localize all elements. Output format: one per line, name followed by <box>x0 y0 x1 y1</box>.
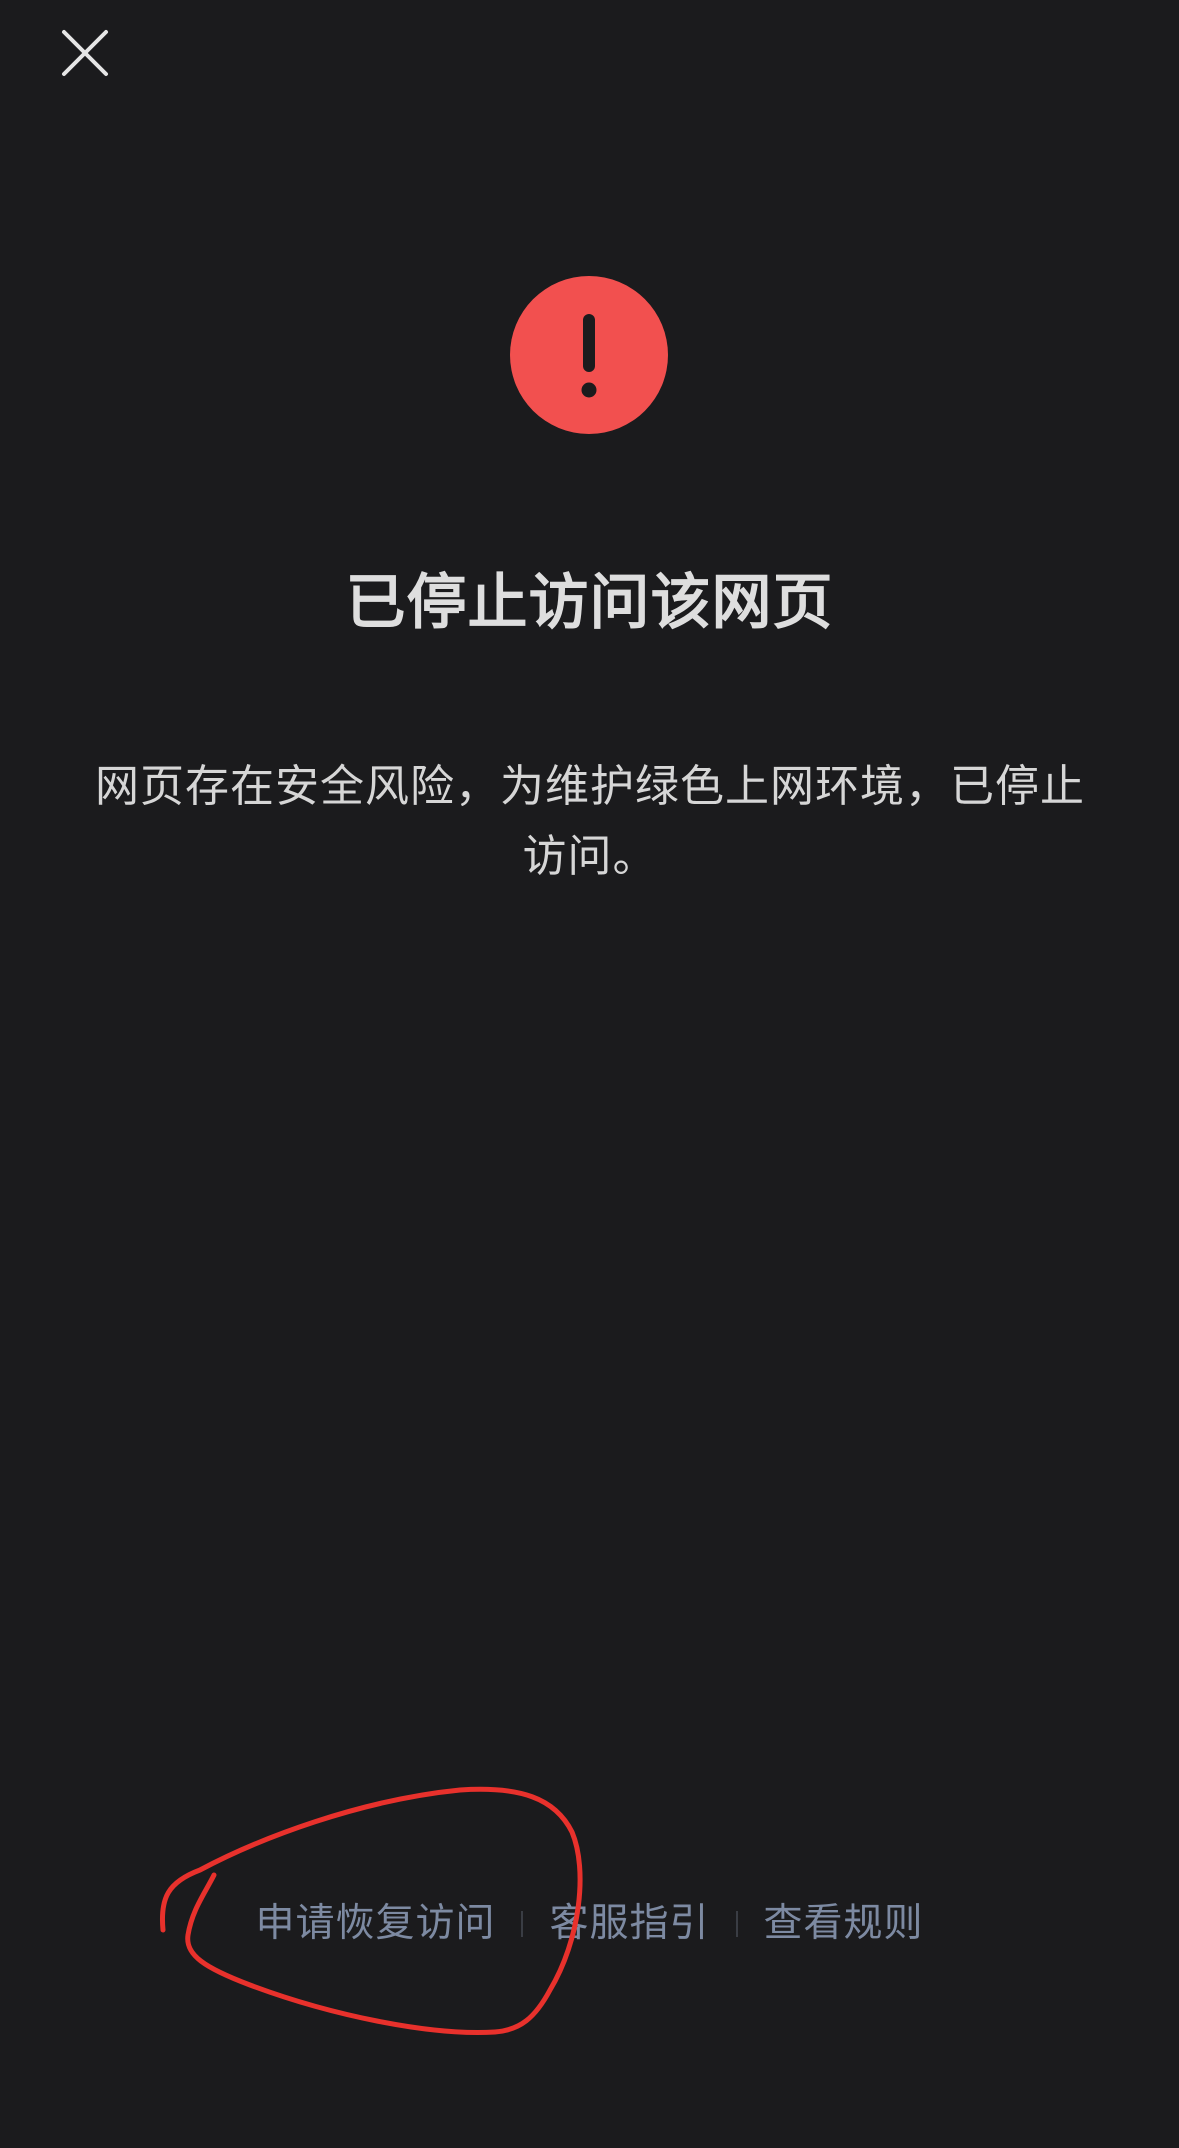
alert-badge <box>510 276 668 434</box>
close-icon <box>62 30 108 76</box>
close-button[interactable] <box>58 26 112 80</box>
request-restore-access-link[interactable]: 申请恢复访问 <box>255 1894 495 1954</box>
footer-links: 申请恢复访问 客服指引 查看规则 <box>0 1894 1179 1954</box>
exclamation-icon <box>581 314 597 398</box>
page-description: 网页存在安全风险，为维护绿色上网环境，已停止访问。 <box>95 761 1085 882</box>
customer-service-guide-link[interactable]: 客服指引 <box>549 1894 709 1954</box>
page-title: 已停止访问该网页 <box>345 568 834 638</box>
footer-divider <box>735 1911 738 1937</box>
view-rules-link[interactable]: 查看规则 <box>764 1894 924 1954</box>
footer-divider <box>521 1911 524 1937</box>
